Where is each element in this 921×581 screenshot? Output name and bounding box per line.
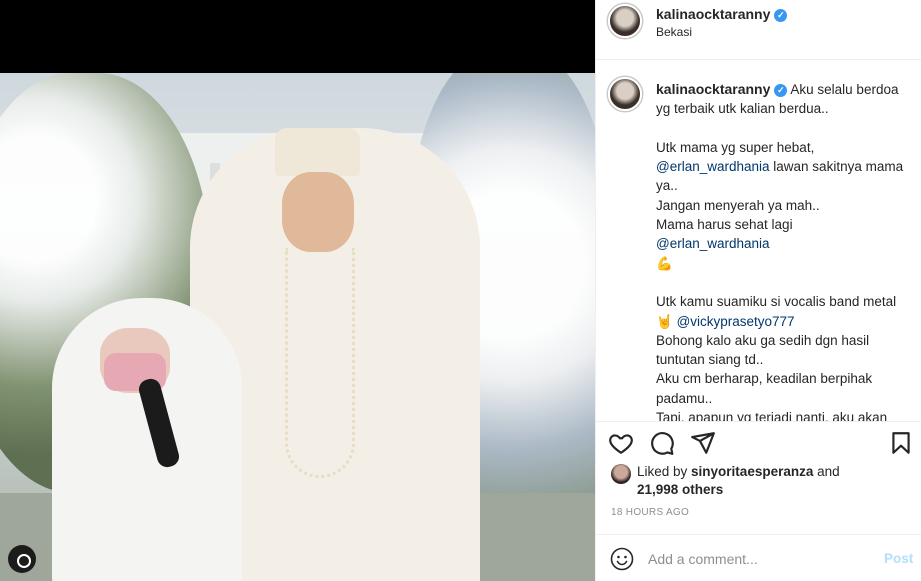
- caption-line: Bohong kalo aku ga sedih dgn hasil tuntu…: [656, 332, 888, 422]
- emoji-smiley-icon[interactable]: [610, 547, 634, 571]
- add-comment-bar: Post: [596, 534, 921, 581]
- caption-text: kalinaocktaranny ✓ Aku selalu berdoa yg t…: [656, 80, 914, 422]
- liked-by-suffix: and: [813, 464, 840, 479]
- likes-summary: Liked by sinyoritaesperanza and 21,998 o…: [611, 462, 911, 502]
- post-timestamp[interactable]: 18 HOURS AGO: [611, 507, 689, 518]
- comment-icon[interactable]: [649, 430, 675, 456]
- like-heart-icon[interactable]: [608, 430, 634, 456]
- verified-badge-icon: ✓: [774, 83, 788, 97]
- caption-author[interactable]: kalinaocktaranny ✓: [656, 81, 788, 97]
- avatar[interactable]: [608, 77, 642, 111]
- post-photo[interactable]: [0, 73, 595, 581]
- liked-by-prefix: Liked by: [637, 464, 692, 479]
- instagram-post-view: kalinaocktaranny ✓ Bekasi kalinaocktarann…: [0, 0, 921, 581]
- liker-username[interactable]: sinyoritaesperanza: [691, 464, 813, 479]
- post-author-name[interactable]: kalinaocktaranny: [656, 6, 770, 22]
- likes-count[interactable]: 21,998 others: [637, 482, 723, 497]
- photo-man-face: [282, 172, 354, 252]
- photo-cap: [275, 128, 360, 176]
- caption-emoji: 💪: [656, 255, 673, 271]
- mention-link[interactable]: @erlan_wardhania: [656, 159, 770, 174]
- post-comment-button[interactable]: Post: [884, 551, 913, 566]
- mention-link[interactable]: @erlan_wardhania: [656, 236, 770, 251]
- verified-badge-icon: ✓: [774, 8, 788, 22]
- liked-by-line: Liked by sinyoritaesperanza and: [637, 464, 840, 479]
- save-bookmark-icon[interactable]: [888, 430, 914, 456]
- post-location[interactable]: Bekasi: [656, 25, 692, 39]
- post-media[interactable]: [0, 0, 595, 581]
- caption-author-name[interactable]: kalinaocktaranny: [656, 81, 770, 97]
- action-bar: [596, 424, 921, 460]
- caption-section[interactable]: kalinaocktaranny ✓ Aku selalu berdoa yg t…: [596, 61, 921, 422]
- photo-necklace: [285, 248, 355, 478]
- liker-avatar[interactable]: [611, 464, 631, 484]
- comment-input[interactable]: [648, 548, 868, 570]
- post-side-panel: kalinaocktaranny ✓ Bekasi kalinaocktarann…: [595, 0, 921, 581]
- avatar[interactable]: [608, 4, 642, 38]
- post-header: kalinaocktaranny ✓ Bekasi: [596, 0, 921, 60]
- photo-woman: [52, 298, 242, 581]
- caption-line: Utk mama yg super hebat,: [656, 139, 815, 155]
- mention-link[interactable]: @vickyprasetyo777: [677, 314, 795, 329]
- tagged-users-icon[interactable]: [8, 545, 36, 573]
- post-author[interactable]: kalinaocktaranny ✓: [656, 6, 788, 22]
- share-direct-icon[interactable]: [690, 430, 716, 456]
